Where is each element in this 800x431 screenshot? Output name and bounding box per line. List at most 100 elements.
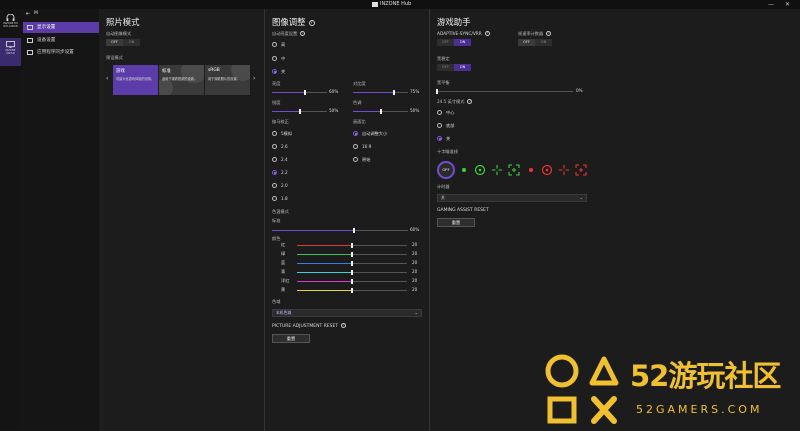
- device-monitor[interactable]: INZONE M9/SD: [0, 38, 21, 66]
- radio-gamma-1[interactable]: [272, 144, 277, 149]
- crosshair-square-red-icon[interactable]: [575, 164, 587, 176]
- color-channel-label: 红: [281, 242, 286, 247]
- image-adjust-title: 图像调整?: [272, 16, 315, 28]
- crosshair-off-button[interactable]: OFF: [437, 161, 455, 179]
- card-description: 用于观看照片的设置。: [208, 77, 240, 81]
- slider-thumb[interactable]: [352, 228, 355, 233]
- color-channel-label: 洋红: [281, 278, 290, 283]
- crosshair-cross-green-icon[interactable]: [491, 164, 503, 176]
- help-icon[interactable]: ?: [308, 20, 315, 26]
- slider-thumb[interactable]: [351, 270, 353, 275]
- auto-brightness-text: 自动亮度设置: [272, 31, 298, 36]
- slider-value: 20: [412, 260, 418, 265]
- auto-picture-mode-toggle[interactable]: OFF ON: [106, 39, 140, 46]
- slider-value: 20: [412, 242, 418, 247]
- minimize-button[interactable]: —: [768, 0, 774, 9]
- slider-value: 20: [412, 269, 418, 274]
- timer-label: 计时器: [437, 184, 450, 189]
- radio-gamma-5[interactable]: [272, 196, 277, 201]
- crosshair-ring-red-icon[interactable]: [541, 164, 553, 176]
- slider-thumb[interactable]: [351, 279, 353, 284]
- sharpness-slider[interactable]: [272, 109, 327, 114]
- timer-select[interactable]: 关 ⌄: [437, 194, 587, 202]
- radio-label: 自动调整大小: [362, 131, 388, 136]
- slider-thumb[interactable]: [351, 252, 353, 257]
- vrr-label-text: ADAPTIVE-SYNC/VRR: [437, 32, 482, 37]
- chevron-down-icon: ⌄: [579, 195, 583, 200]
- radio-gamma-0[interactable]: [272, 131, 277, 136]
- brightness-slider[interactable]: [272, 90, 327, 95]
- radio-label: 底部: [446, 123, 455, 128]
- color-channel-slider[interactable]: [297, 288, 407, 293]
- vrr-toggle[interactable]: OFF ON: [437, 39, 471, 46]
- radio-auto-brightness-off[interactable]: [272, 69, 277, 74]
- color-space-select[interactable]: 本机色域 ⌄: [272, 309, 422, 317]
- close-button[interactable]: ✕: [785, 0, 790, 9]
- toggle-on: ON: [454, 39, 471, 46]
- slider-thumb[interactable]: [351, 243, 353, 248]
- slider-thumb[interactable]: [436, 89, 438, 94]
- slider-label: 色调: [353, 100, 362, 105]
- radio-auto-brightness-mid[interactable]: [272, 56, 277, 61]
- radio-gamma-2[interactable]: [272, 157, 277, 162]
- select-value: 关: [441, 195, 445, 200]
- slider-thumb[interactable]: [351, 288, 353, 293]
- color-channel-slider[interactable]: [297, 252, 407, 257]
- chevron-right-icon[interactable]: ›: [253, 75, 255, 82]
- crosshair-dot-green-icon[interactable]: [458, 164, 470, 176]
- radio-aspect-original[interactable]: [353, 157, 358, 162]
- nav-item-device-settings[interactable]: 设备设置: [23, 35, 99, 46]
- help-icon[interactable]: ?: [341, 323, 347, 328]
- radio-mode245-off[interactable]: [437, 136, 442, 141]
- slider-thumb[interactable]: [379, 109, 382, 114]
- picture-reset-button[interactable]: 重置: [272, 334, 310, 343]
- help-icon[interactable]: ?: [484, 31, 490, 36]
- column-divider: [264, 9, 265, 431]
- color-channel-slider[interactable]: [297, 279, 407, 284]
- slider-thumb[interactable]: [393, 90, 396, 95]
- preset-card-srgb[interactable]: sRGB 用于观看照片的设置。: [205, 65, 250, 95]
- hue-slider[interactable]: [353, 109, 408, 114]
- slider-thumb[interactable]: [351, 261, 353, 266]
- help-icon[interactable]: ?: [546, 31, 552, 36]
- fps-label-text: 帧速率计数器: [518, 31, 544, 36]
- radio-auto-brightness-high[interactable]: [272, 42, 277, 47]
- help-icon[interactable]: ?: [300, 31, 306, 36]
- radio-mode245-bottom[interactable]: [437, 123, 442, 128]
- radio-gamma-4[interactable]: [272, 183, 277, 188]
- radio-label: 高: [281, 42, 286, 47]
- crosshair-ring-green-icon[interactable]: [474, 164, 486, 176]
- crosshair-dot-red-icon[interactable]: [525, 164, 537, 176]
- crosshair-cross-red-icon[interactable]: [558, 164, 570, 176]
- fps-counter-toggle[interactable]: OFF ON: [518, 39, 552, 46]
- color-temp-slider[interactable]: [272, 228, 408, 233]
- watermark-text: 52游玩社区: [630, 359, 781, 393]
- radio-aspect-16-9[interactable]: [353, 144, 358, 149]
- slider-thumb[interactable]: [304, 90, 306, 95]
- radio-gamma-3[interactable]: [272, 170, 277, 175]
- color-channel-slider[interactable]: [297, 243, 407, 248]
- slider-value: 50%: [410, 108, 420, 113]
- preset-card-game[interactable]: 游戏 可最大化游戏体验的设置。: [113, 65, 158, 95]
- gaming-reset-button[interactable]: 重置: [437, 218, 475, 227]
- black-level-toggle[interactable]: OFF ON: [437, 64, 471, 71]
- color-channel-slider[interactable]: [297, 261, 407, 266]
- color-channel-slider[interactable]: [297, 270, 407, 275]
- nav-item-app-sync-settings[interactable]: 应用程序同步设置: [23, 47, 99, 58]
- color-channel-label: 绿: [281, 251, 286, 256]
- preset-card-standard[interactable]: 标准 适用于观看视频的设置。: [159, 65, 204, 95]
- contrast-slider[interactable]: [353, 90, 408, 95]
- slider-thumb[interactable]: [298, 109, 301, 114]
- radio-mode245-center[interactable]: [437, 110, 442, 115]
- black-eq-slider[interactable]: [436, 89, 573, 94]
- help-icon[interactable]: ?: [467, 99, 473, 104]
- color-temp-label: 色温模式: [272, 209, 289, 214]
- chevron-left-icon[interactable]: ‹: [106, 75, 108, 82]
- crosshair-square-green-icon[interactable]: [508, 164, 520, 176]
- radio-aspect-auto[interactable]: [353, 131, 358, 136]
- mode245-label-text: 24.5 英寸模式: [437, 99, 465, 104]
- nav-item-display-settings[interactable]: 显示设置: [23, 22, 99, 33]
- device-headset[interactable]: INZONE H9 WH-G900N: [0, 11, 21, 39]
- color-label: 颜色: [272, 236, 281, 241]
- collapse-menu-icon[interactable]: ⇤: [26, 11, 30, 17]
